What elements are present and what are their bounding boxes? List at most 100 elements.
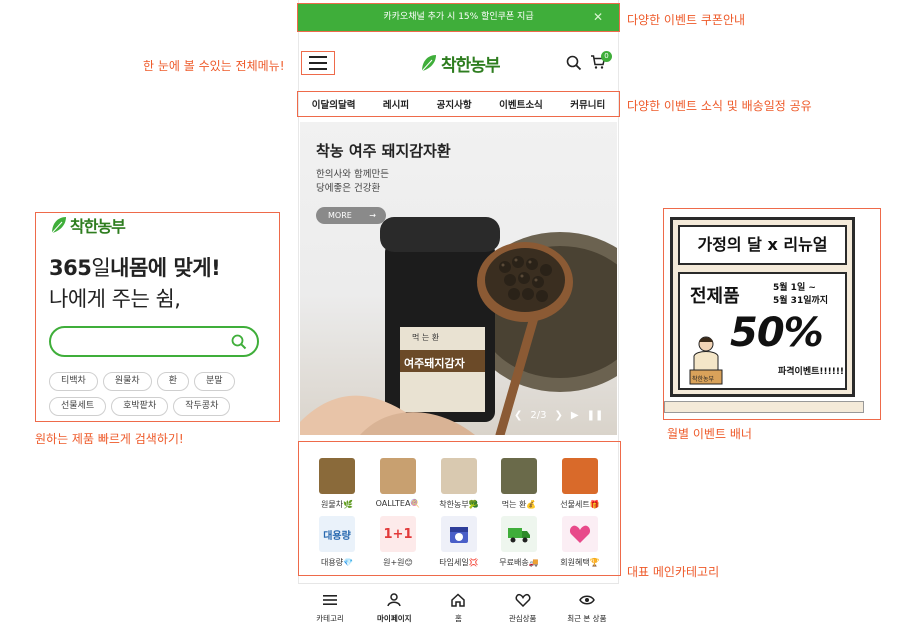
logo-text: 착한농부 xyxy=(441,55,501,76)
headline-rest: 내몸에 맞게! xyxy=(110,256,221,280)
category-label: 착한농부🥦 xyxy=(439,500,479,509)
annotation-category: 대표 메인카테고리 xyxy=(627,565,720,579)
nav-highlight xyxy=(297,91,620,117)
tab-mypage[interactable]: 마이페이지 xyxy=(364,592,424,624)
promo-headline-2: 나에게 주는 쉼, xyxy=(49,287,181,311)
annotation-banner: 월별 이벤트 배너 xyxy=(667,427,752,441)
slide-counter: 2/3 xyxy=(530,410,547,421)
category-raw-tea[interactable]: 원물차🌿 xyxy=(307,458,367,510)
category-thumb xyxy=(380,458,416,494)
more-button[interactable]: MORE → xyxy=(316,207,386,224)
tag-sword-bean-tea[interactable]: 작두콩차 xyxy=(173,397,231,416)
eye-icon xyxy=(578,595,595,605)
play-icon[interactable]: ▶ xyxy=(571,410,579,421)
category-bulk[interactable]: 대용량 대용량💎 xyxy=(307,516,367,568)
category-thumb xyxy=(441,458,477,494)
category-gift-set[interactable]: 선물세트🎁 xyxy=(550,458,610,510)
more-label: MORE xyxy=(328,211,352,220)
category-label: OALLTEA🍭 xyxy=(375,499,421,508)
category-thumb xyxy=(562,458,598,494)
search-tags: 티백차 원물차 환 분말 선물세트 호박팥차 작두콩차 xyxy=(49,372,259,416)
category-thumb xyxy=(441,516,477,552)
brand-logo[interactable]: 착한농부 xyxy=(420,50,501,76)
search-input[interactable] xyxy=(49,326,259,357)
annotation-nav: 다양한 이벤트 소식 및 배송일정 공유 xyxy=(627,99,812,113)
category-thumb xyxy=(501,516,537,552)
truck-icon xyxy=(508,528,530,543)
category-label: 원+원😊 xyxy=(383,558,413,567)
hero-slider[interactable]: 먹 는 환 여주돼지감자 착농 여주 돼지감자환 한의사와 함께만든 당에좋은 … xyxy=(300,122,617,435)
category-thumb xyxy=(562,516,598,552)
tab-wishlist[interactable]: 관심상품 xyxy=(493,592,553,624)
category-member-benefit[interactable]: 회원혜택🏆 xyxy=(550,516,610,568)
category-thumb: 1+1 xyxy=(380,516,416,552)
annotation-search: 원하는 제품 빠르게 검색하기! xyxy=(35,432,184,446)
hero-subtitle-line2: 당에좋은 건강환 xyxy=(316,183,381,194)
heart-icon xyxy=(515,593,531,608)
headline-number: 365 xyxy=(49,256,92,280)
category-free-shipping[interactable]: 무료배송🚚 xyxy=(489,516,549,568)
prev-icon[interactable]: ❮ xyxy=(514,410,522,421)
cart-count-badge: 0 xyxy=(601,51,612,62)
slider-controls: ❮ 2/3 ❯ ▶ ❚❚ xyxy=(514,410,603,421)
category-oalltea[interactable]: OALLTEA🍭 xyxy=(368,458,428,508)
category-thumb xyxy=(501,458,537,494)
tab-label: 관심상품 xyxy=(508,614,537,623)
tab-recently-viewed[interactable]: 최근 본 상품 xyxy=(557,592,617,624)
home-icon xyxy=(451,593,466,607)
tab-label: 홈 xyxy=(455,614,462,623)
category-label: 무료배송🚚 xyxy=(499,558,539,567)
tag-gift-set[interactable]: 선물세트 xyxy=(49,397,107,416)
category-label: 먹는 환💰 xyxy=(501,500,537,509)
promo-headline: 365일내몸에 맞게! xyxy=(49,252,221,282)
tab-label: 최근 본 상품 xyxy=(567,614,607,623)
event-percent: 50% xyxy=(730,310,824,356)
tag-pill[interactable]: 환 xyxy=(156,372,189,391)
event-banner-body: 전제품 5월 1일 ~ 5월 31일까지 50% 착한농부 파격이벤트!!!!!… xyxy=(678,272,847,390)
hero-subtitle: 한의사와 함께만든 당에좋은 건강환 xyxy=(316,168,466,196)
annotation-coupon: 다양한 이벤트 쿠폰안내 xyxy=(627,13,746,27)
tab-home[interactable]: 홈 xyxy=(428,592,488,624)
category-good-farmer[interactable]: 착한농부🥦 xyxy=(429,458,489,510)
jar-label: 여주돼지감자 xyxy=(404,357,465,370)
search-icon[interactable] xyxy=(566,55,582,75)
tab-label: 카테고리 xyxy=(316,614,344,623)
promo-logo: 착한농부 xyxy=(50,213,126,237)
hero-title: 착농 여주 돼지감자환 xyxy=(316,142,451,160)
category-time-sale[interactable]: 타임세일💢 xyxy=(429,516,489,568)
event-banner[interactable]: 가정의 달 x 리뉴얼 전제품 5월 1일 ~ 5월 31일까지 50% 착한농… xyxy=(670,217,855,397)
annotation-menu: 한 눈에 볼 수있는 전체메뉴! xyxy=(143,59,285,73)
category-label: 선물세트🎁 xyxy=(560,500,600,509)
tab-category[interactable]: 카테고리 xyxy=(300,592,360,624)
tag-raw-tea[interactable]: 원물차 xyxy=(102,372,152,391)
category-thumb xyxy=(319,458,355,494)
next-icon[interactable]: ❯ xyxy=(554,410,562,421)
leaf-icon xyxy=(421,55,436,72)
event-box-text: 착한농부 xyxy=(692,376,715,383)
arrow-right-icon: → xyxy=(369,211,376,220)
bottom-tab-bar: 카테고리 마이페이지 홈 관심상품 최근 본 상품 xyxy=(298,583,619,625)
category-label: 타임세일💢 xyxy=(439,558,479,567)
headline-day: 일 xyxy=(91,256,111,280)
promo-logo-text: 착한농부 xyxy=(70,217,126,236)
event-dates: 5월 1일 ~ 5월 31일까지 xyxy=(773,282,828,308)
calendar-icon xyxy=(450,527,468,543)
tag-pumpkin-tea[interactable]: 호박팥차 xyxy=(111,397,169,416)
event-all-products: 전제품 xyxy=(690,286,740,307)
pause-icon[interactable]: ❚❚ xyxy=(587,410,604,421)
category-grid: 원물차🌿 OALLTEA🍭 착한농부🥦 먹는 환💰 선물세트🎁 대용량 대용량💎… xyxy=(300,452,617,572)
event-date-end: 5월 31일까지 xyxy=(773,296,829,306)
category-pill[interactable]: 먹는 환💰 xyxy=(489,458,549,510)
search-icon[interactable] xyxy=(231,334,247,354)
category-label: 대용량💎 xyxy=(320,558,354,567)
tag-powder[interactable]: 분말 xyxy=(193,372,235,391)
tab-label: 마이페이지 xyxy=(377,614,412,623)
category-one-plus-one[interactable]: 1+1 원+원😊 xyxy=(368,516,428,568)
event-banner-title: 가정의 달 x 리뉴얼 xyxy=(678,225,847,265)
hero-subtitle-line1: 한의사와 함께만든 xyxy=(316,169,389,180)
category-label: 회원혜택🏆 xyxy=(560,558,600,567)
user-icon xyxy=(387,593,402,607)
category-thumb: 대용량 xyxy=(319,516,355,552)
category-label: 원물차🌿 xyxy=(320,500,354,509)
tag-teabag[interactable]: 티백차 xyxy=(49,372,98,391)
